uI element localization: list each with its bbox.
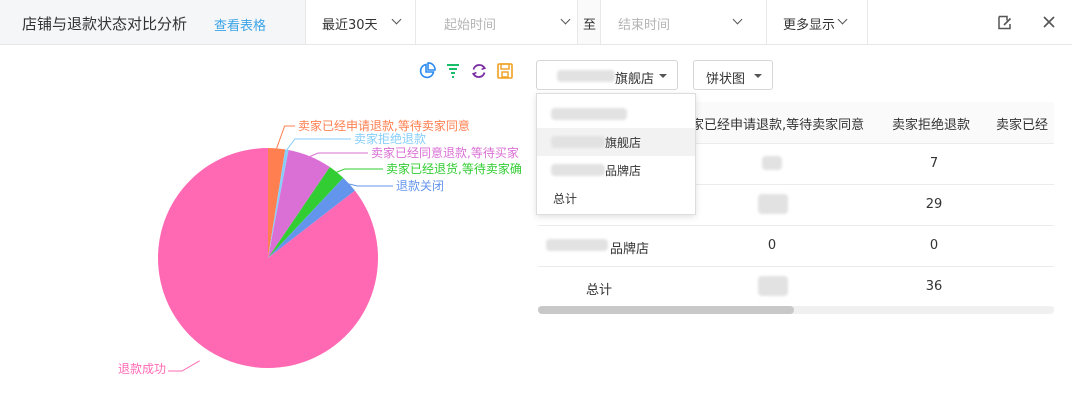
chevron-down-icon [837, 14, 848, 25]
dropdown-item-brand[interactable]: 品牌店 [537, 156, 695, 184]
header-cell: 卖家拒绝退款 [892, 118, 971, 133]
chart-type-select[interactable]: 饼状图 [693, 60, 773, 90]
date-range-label: 最近30天 [322, 18, 378, 33]
blurred-cell [758, 194, 788, 214]
table-cell: 0 [929, 238, 939, 253]
table-cell: 0 [767, 238, 777, 253]
table-cell: 7 [929, 156, 939, 171]
date-range-select[interactable]: 最近30天 [306, 0, 416, 44]
blurred-store-name [551, 164, 605, 176]
table-row: 总计 36 [538, 267, 1054, 308]
blurred-store-name [551, 136, 605, 148]
pie-label: 卖家已经同意退款,等待买家 [371, 145, 519, 160]
pie-label: 卖家已经退货,等待卖家确 [386, 161, 522, 176]
table-cell: 品牌店 [610, 242, 650, 257]
top-bar: 店铺与退款状态对比分析 查看表格 最近30天 起始时间 至 结束时间 更多显示 [0, 0, 1072, 45]
refresh-icon[interactable] [470, 62, 488, 80]
store-select[interactable]: 旗舰店 [536, 60, 678, 90]
pie-label: 退款关闭 [396, 179, 444, 193]
pie-label: 卖家已经申请退款,等待卖家同意 [298, 118, 470, 133]
pie-label-line [309, 152, 368, 157]
dropdown-item-flagship[interactable]: 旗舰店 [537, 128, 695, 156]
date-separator-label: 至 [583, 18, 597, 33]
header-cell: 卖家已经 [996, 118, 1049, 133]
chevron-down-icon [391, 14, 402, 25]
caret-down-icon [659, 74, 667, 78]
start-date-placeholder: 起始时间 [444, 18, 497, 33]
header-cell: 卖家已经申请退款,等待卖家同意 [678, 118, 865, 133]
store-dropdown-menu: 旗舰店 品牌店 总计 [536, 93, 696, 215]
close-icon[interactable] [1040, 13, 1058, 31]
blurred-store-name [546, 239, 608, 251]
page-title: 店铺与退款状态对比分析 [22, 15, 188, 33]
end-date-input[interactable]: 结束时间 [602, 0, 766, 44]
chevron-down-icon [732, 14, 743, 25]
blurred-store-name [557, 70, 615, 82]
table-horizontal-scrollbar[interactable] [538, 306, 1054, 314]
date-separator: 至 [577, 0, 601, 44]
pie-label-line [276, 125, 295, 149]
edit-icon[interactable] [998, 15, 1012, 30]
chart-type-label: 饼状图 [706, 72, 746, 87]
pie-label-line [168, 360, 200, 372]
pie-chart: 卖家已经申请退款,等待卖家同意卖家拒绝退款卖家已经同意退款,等待买家卖家已经退货… [118, 118, 522, 376]
start-date-input[interactable]: 起始时间 [416, 0, 577, 44]
table-cell: 29 [925, 197, 943, 212]
table-cell: 36 [925, 279, 943, 294]
pie-label-line [336, 168, 383, 173]
more-display-button[interactable]: 更多显示 [766, 0, 868, 44]
store-select-label: 旗舰店 [615, 72, 655, 87]
pie-label: 退款成功 [118, 362, 166, 376]
more-display-label: 更多显示 [783, 18, 836, 33]
caret-down-icon [754, 74, 762, 78]
blurred-cell [762, 156, 782, 170]
table-cell: 总计 [586, 283, 613, 298]
table-row: 品牌店 0 0 [538, 226, 1054, 267]
dropdown-item-label: 旗舰店 [605, 136, 642, 150]
scrollbar-thumb[interactable] [538, 306, 794, 314]
blurred-store-name [551, 108, 627, 120]
pie-label: 卖家拒绝退款 [354, 131, 426, 146]
pie-chart-icon[interactable] [418, 62, 436, 80]
view-table-link[interactable]: 查看表格 [214, 15, 266, 34]
dropdown-item[interactable] [537, 100, 695, 128]
blurred-cell [758, 276, 788, 296]
dropdown-item-label: 品牌店 [605, 164, 642, 178]
save-icon[interactable] [496, 62, 514, 80]
dropdown-item-total[interactable]: 总计 [537, 184, 695, 212]
title-cell: 店铺与退款状态对比分析 查看表格 [0, 0, 306, 44]
end-date-placeholder: 结束时间 [618, 18, 671, 33]
filter-icon[interactable] [444, 62, 462, 80]
chevron-down-icon [560, 14, 571, 25]
dropdown-item-label: 总计 [553, 192, 578, 206]
pie-label-line [349, 183, 393, 187]
pie-label-line [286, 138, 351, 150]
